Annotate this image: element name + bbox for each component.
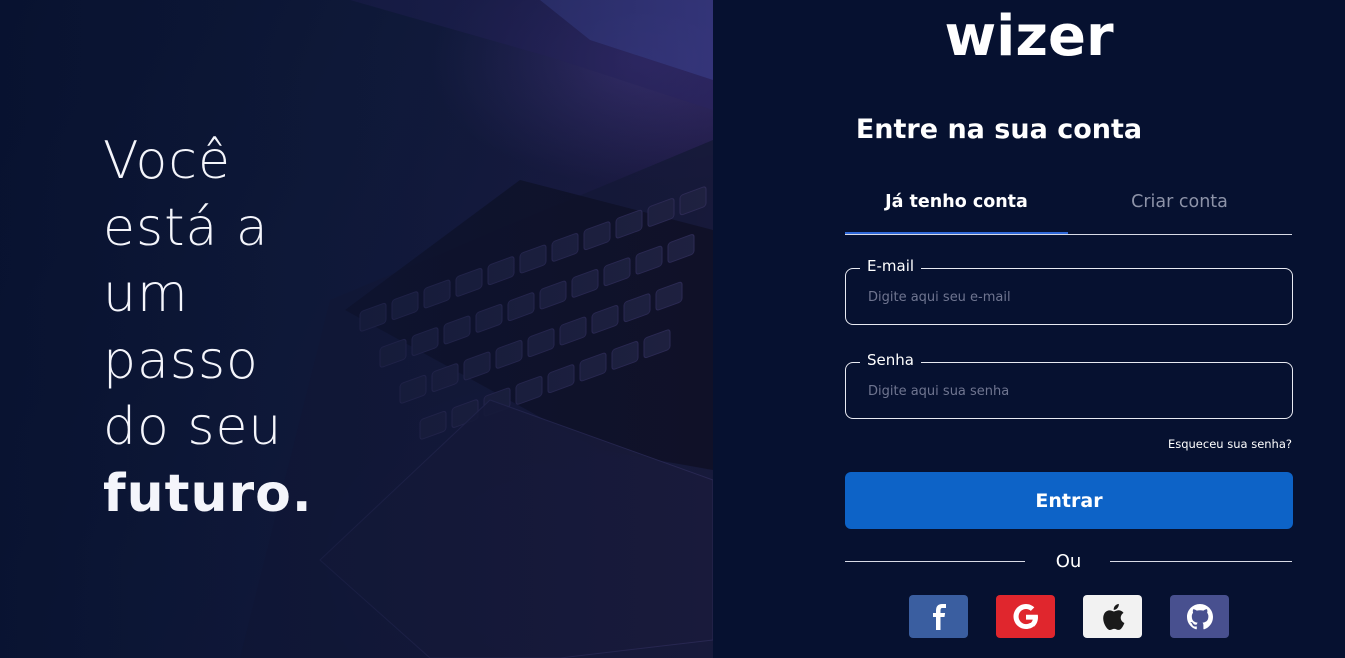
password-field[interactable]: Senha — [845, 351, 1293, 419]
apple-icon — [1102, 603, 1124, 630]
github-login-button[interactable] — [1170, 595, 1229, 638]
facebook-icon — [932, 603, 946, 630]
hero-line: está a — [103, 197, 269, 258]
login-page: Você está a um passo do seu futuro. wize… — [0, 0, 1345, 658]
hero-line: Você — [103, 131, 231, 191]
hero-line: um — [103, 264, 189, 324]
login-title: Entre na sua conta — [855, 114, 1143, 145]
tab-register[interactable]: Criar conta — [1068, 192, 1291, 232]
github-icon — [1186, 603, 1213, 629]
password-input[interactable] — [866, 379, 1270, 403]
google-login-button[interactable] — [996, 595, 1055, 638]
login-panel: wizer Entre na sua conta Já tenho conta … — [713, 0, 1345, 658]
hero-line-emphasis: futuro. — [103, 461, 313, 528]
hero-panel: Você está a um passo do seu futuro. — [0, 0, 713, 658]
hero-headline: Você está a um passo do seu futuro. — [103, 128, 313, 527]
tab-login[interactable]: Já tenho conta — [845, 192, 1068, 234]
hero-bold-word: futuro — [103, 463, 292, 524]
email-input[interactable] — [866, 285, 1270, 309]
divider-line — [1110, 561, 1292, 562]
auth-tabs: Já tenho conta Criar conta — [845, 192, 1292, 235]
hero-dot: . — [291, 463, 313, 524]
email-field[interactable]: E-mail — [845, 257, 1293, 325]
password-label: Senha — [860, 351, 921, 369]
login-submit-button[interactable]: Entrar — [845, 472, 1293, 529]
email-label: E-mail — [860, 257, 922, 275]
facebook-login-button[interactable] — [909, 595, 968, 638]
hero-line: do seu — [103, 397, 283, 457]
hero-line: passo — [103, 330, 259, 391]
forgot-password-link[interactable]: Esqueceu sua senha? — [1168, 437, 1292, 451]
google-icon — [1013, 603, 1038, 629]
brand-logo: wizer — [944, 4, 1114, 69]
or-divider: Ou — [845, 550, 1292, 574]
apple-login-button[interactable] — [1083, 595, 1142, 638]
